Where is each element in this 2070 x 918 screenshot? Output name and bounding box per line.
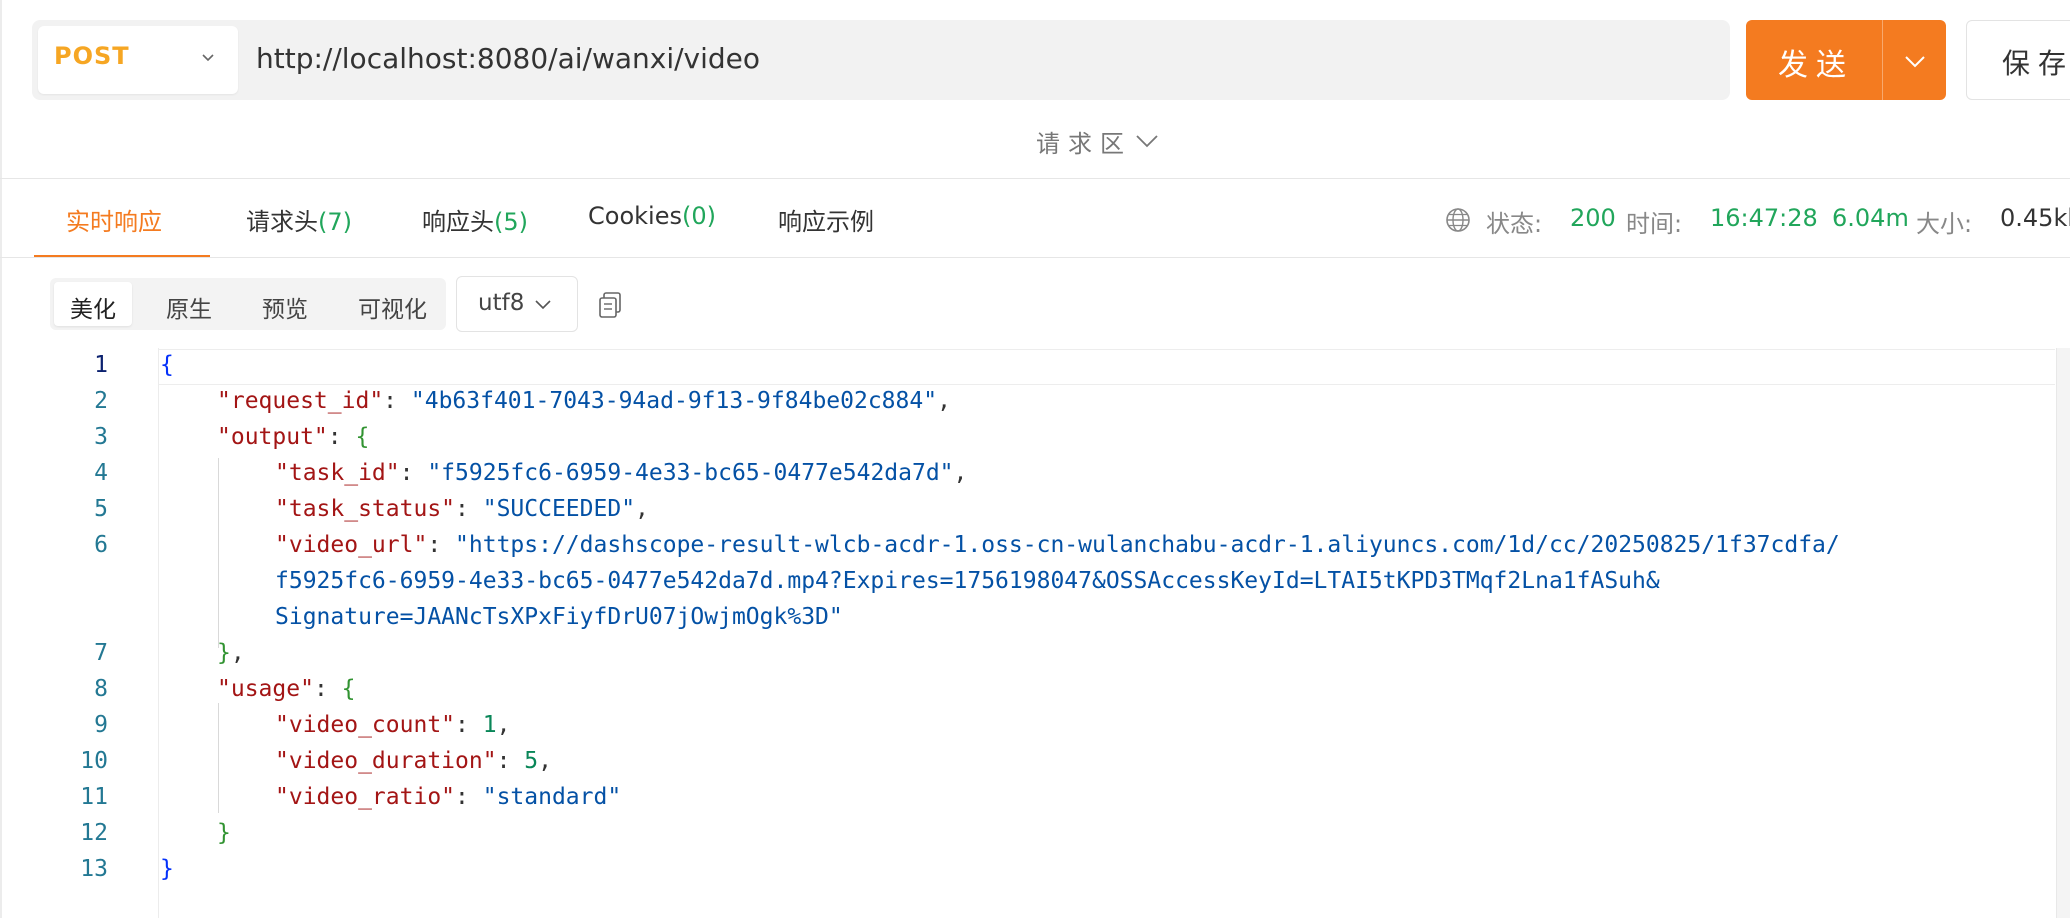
line-number: 7 — [94, 640, 108, 666]
code-line: "output": { — [217, 424, 370, 450]
view-mode-visualize[interactable]: 可视化 — [358, 290, 427, 324]
send-divider — [1882, 20, 1883, 100]
line-number: 8 — [94, 676, 108, 702]
line-number: 4 — [94, 460, 108, 486]
line-number: 5 — [94, 496, 108, 522]
encoding-label: utf8 — [478, 290, 525, 316]
code-line: "video_url": "https://dashscope-result-w… — [275, 532, 1840, 558]
tab-response-headers[interactable]: 响应头(5) — [422, 202, 528, 237]
code-line: } — [217, 820, 231, 846]
status-label: 状态: — [1486, 210, 1543, 238]
code-line-wrap: f5925fc6-6959-4e33-bc65-0477e542da7d.mp4… — [275, 568, 1660, 594]
size-label: 大小: — [1916, 210, 1973, 238]
line-number: 9 — [94, 712, 108, 738]
tab-cookies[interactable]: Cookies(0) — [588, 202, 716, 230]
view-mode-raw[interactable]: 原生 — [166, 290, 212, 324]
code-line: "request_id": "4b63f401-7043-94ad-9f13-9… — [217, 388, 951, 414]
view-mode-preview[interactable]: 预览 — [262, 290, 308, 324]
code-line: "task_id": "f5925fc6-6959-4e33-bc65-0477… — [275, 460, 968, 486]
tab-live-response[interactable]: 实时响应 — [66, 202, 162, 237]
code-line: "usage": { — [217, 676, 356, 702]
line-number: 1 — [94, 352, 108, 378]
code-line: "video_count": 1, — [275, 712, 511, 738]
current-line-highlight — [159, 349, 2055, 385]
indent-guide — [218, 703, 219, 813]
code-line: "video_ratio": "standard" — [275, 784, 622, 810]
response-duration: 6.04m — [1832, 204, 1909, 232]
code-line: }, — [217, 640, 245, 666]
code-line: { — [160, 352, 174, 378]
chevron-down-icon — [535, 300, 551, 310]
code-line: "video_duration": 5, — [275, 748, 552, 774]
code-line: } — [160, 856, 174, 882]
window-edge — [0, 0, 2, 918]
request-area-toggle[interactable]: 请求区 — [1036, 124, 1132, 159]
indent-guide — [218, 458, 219, 648]
time-label: 时间: — [1626, 210, 1683, 238]
code-line: "task_status": "SUCCEEDED", — [275, 496, 649, 522]
line-number: 2 — [94, 388, 108, 414]
response-size: 0.45kb — [2000, 204, 2070, 232]
chevron-down-icon — [202, 54, 214, 62]
send-button-label: 发送 — [1778, 48, 1854, 83]
tab-response-examples[interactable]: 响应示例 — [778, 202, 874, 237]
view-mode-pretty[interactable]: 美化 — [70, 290, 116, 324]
line-number: 11 — [80, 784, 108, 810]
url-input[interactable]: http://localhost:8080/ai/wanxi/video — [256, 42, 760, 75]
code-line-wrap: Signature=JAANcTsXPxFiyfDrU07jOwjmOgk%3D… — [275, 604, 843, 630]
line-number: 12 — [80, 820, 108, 846]
method-label: POST — [54, 42, 130, 70]
chevron-down-icon[interactable] — [1134, 127, 1160, 153]
divider — [0, 178, 2070, 179]
tab-request-headers[interactable]: 请求头(7) — [246, 202, 352, 237]
copy-icon[interactable] — [596, 290, 624, 320]
line-number: 3 — [94, 424, 108, 450]
vertical-scrollbar[interactable] — [2056, 348, 2070, 918]
code-editor[interactable] — [158, 348, 2070, 918]
status-code: 200 — [1570, 204, 1616, 232]
globe-icon[interactable] — [1444, 206, 1472, 234]
send-dropdown-chevron-icon[interactable] — [1902, 48, 1928, 74]
response-time: 16:47:28 — [1710, 204, 1818, 232]
line-number: 13 — [80, 856, 108, 882]
line-number: 10 — [80, 748, 108, 774]
divider — [0, 257, 2070, 258]
save-button-label: 保存 — [2002, 47, 2070, 80]
line-number: 6 — [94, 532, 108, 558]
